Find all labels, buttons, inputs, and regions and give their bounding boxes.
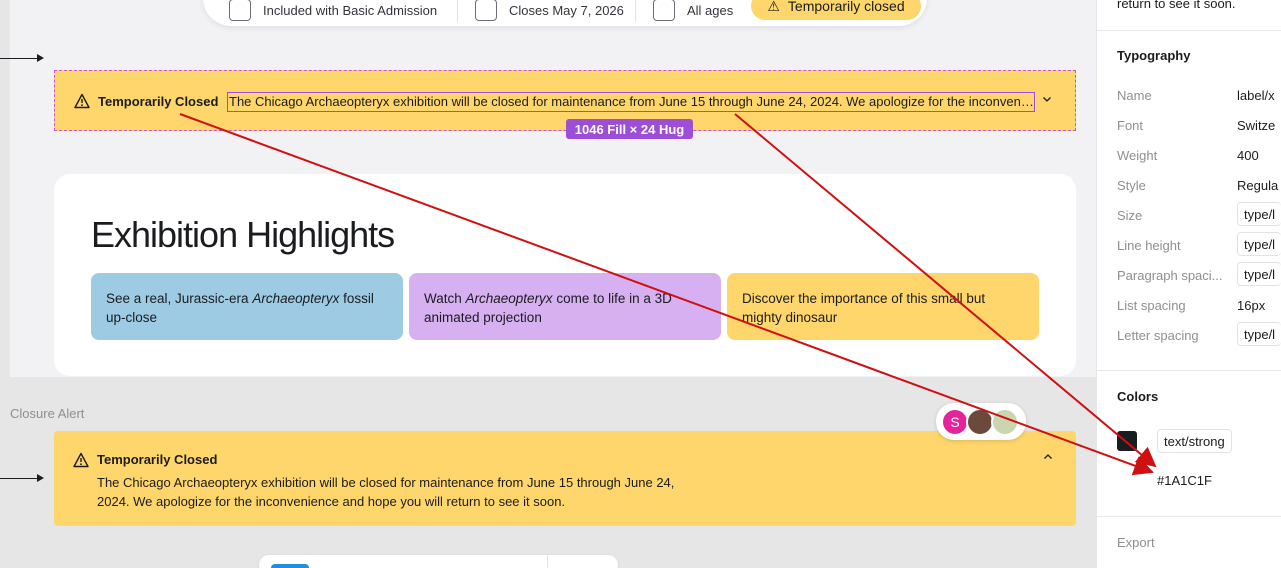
person-icon <box>653 0 675 21</box>
pill-divider <box>635 0 636 22</box>
token-chip[interactable]: type/l <box>1237 262 1281 286</box>
typography-row-weight: Weight 400 <box>1117 146 1281 166</box>
highlight-text: Discover the importance of this small bu… <box>742 291 986 325</box>
calendar-icon <box>475 0 497 21</box>
alert-title: Temporarily Closed <box>98 94 219 109</box>
exhibition-info-pill: Included with Basic Admission Closes May… <box>203 0 927 26</box>
avatar[interactable] <box>991 408 1019 436</box>
typography-row-font: Font Switze <box>1117 116 1281 136</box>
color-token-chip[interactable]: text/strong <box>1157 429 1232 453</box>
inspector-divider <box>1097 516 1281 517</box>
typography-row-size: Size type/l <box>1117 202 1281 226</box>
colors-heading: Colors <box>1117 389 1159 404</box>
warning-icon <box>73 452 89 473</box>
closing-date-info: Closes May 7, 2026 <box>475 0 624 22</box>
selection-size-tag: 1046 Fill × 24 Hug <box>566 119 693 139</box>
highlight-card-importance: Discover the importance of this small bu… <box>727 273 1039 340</box>
row-key: Size <box>1117 208 1143 223</box>
chevron-up-icon[interactable] <box>1042 451 1054 466</box>
typography-heading: Typography <box>1117 48 1191 63</box>
row-key: Paragraph spaci... <box>1117 268 1223 283</box>
blue-element <box>271 564 309 568</box>
row-value[interactable]: Switze <box>1237 118 1275 133</box>
pill-divider <box>457 0 458 22</box>
typography-row-style: Style Regula <box>1117 176 1281 196</box>
row-value[interactable]: 400 <box>1237 148 1259 163</box>
warning-icon <box>74 93 90 114</box>
ticket-icon <box>229 0 251 21</box>
temporarily-closed-badge[interactable]: ⚠ Temporarily closed <box>751 0 921 20</box>
highlight-text: See a real, Jurassic-era <box>106 291 253 306</box>
typography-row-name: Name label/x <box>1117 86 1281 106</box>
row-key: Line height <box>1117 238 1181 253</box>
section-label-closure-alert: Closure Alert <box>10 406 85 421</box>
typography-row-line-height: Line height type/l <box>1117 232 1281 256</box>
ages-text: All ages <box>687 2 734 18</box>
admission-info: Included with Basic Admission <box>229 0 437 22</box>
inspector-divider <box>1097 30 1281 31</box>
alert-message: The Chicago Archaeopteryx exhibition wil… <box>97 475 675 509</box>
exhibition-highlights-card: Exhibition Highlights See a real, Jurass… <box>54 174 1076 376</box>
closure-alert-collapsed-selected[interactable]: Temporarily Closed The Chicago Archaeopt… <box>54 70 1076 131</box>
alert-title: Temporarily Closed <box>97 452 218 467</box>
row-value[interactable]: label/x <box>1237 88 1275 103</box>
color-hex-value: #1A1C1F <box>1157 473 1212 488</box>
highlight-emphasis: Archaeopteryx <box>465 291 553 306</box>
inspector-panel: return to see it soon. Typography Name l… <box>1096 0 1281 568</box>
row-value[interactable]: Regula <box>1237 178 1278 193</box>
connector-arrowhead <box>37 54 44 62</box>
color-swatch[interactable] <box>1117 431 1137 451</box>
token-chip[interactable]: type/l <box>1237 322 1281 346</box>
badge-label: Temporarily closed <box>787 0 905 14</box>
bottom-component-frame <box>259 555 618 568</box>
alert-message-selected-text-layer[interactable]: The Chicago Archaeopteryx exhibition wil… <box>227 92 1035 112</box>
highlight-text: Watch <box>424 291 466 306</box>
token-chip[interactable]: type/l <box>1237 202 1281 226</box>
row-value[interactable]: 16px <box>1237 298 1265 313</box>
collaborator-avatars[interactable]: S <box>936 403 1026 440</box>
row-key: Weight <box>1117 148 1158 163</box>
row-key: List spacing <box>1117 298 1186 313</box>
connector-line <box>0 478 38 479</box>
highlights-heading: Exhibition Highlights <box>91 214 395 255</box>
row-key: Font <box>1117 118 1144 133</box>
token-chip[interactable]: type/l <box>1237 232 1281 256</box>
inspector-divider <box>1097 370 1281 371</box>
typography-row-list-spacing: List spacing 16px <box>1117 296 1281 316</box>
typography-row-letter-spacing: Letter spacing type/l <box>1117 322 1281 346</box>
row-key: Name <box>1117 88 1152 103</box>
export-heading: Export <box>1117 535 1155 550</box>
highlight-emphasis: Archaeopteryx <box>252 291 340 306</box>
admission-text: Included with Basic Admission <box>263 2 438 18</box>
closure-alert-expanded[interactable]: Temporarily Closed The Chicago Archaeopt… <box>54 431 1076 526</box>
connector-line <box>0 58 38 59</box>
highlight-card-projection: Watch Archaeopteryx come to life in a 3D… <box>409 273 721 340</box>
avatar[interactable]: S <box>941 408 969 436</box>
chevron-down-icon[interactable] <box>1041 93 1053 108</box>
inspector-text-preview: return to see it soon. <box>1117 0 1236 11</box>
row-key: Letter spacing <box>1117 328 1199 343</box>
frame-divider <box>547 555 548 568</box>
highlight-card-fossil: See a real, Jurassic-era Archaeopteryx f… <box>91 273 403 340</box>
avatar[interactable] <box>966 408 994 436</box>
connector-arrowhead <box>37 474 44 482</box>
row-key: Style <box>1117 178 1146 193</box>
warning-icon: ⚠ <box>767 0 780 14</box>
closing-date-text: Closes May 7, 2026 <box>509 2 624 18</box>
ages-info: All ages <box>653 0 733 22</box>
typography-row-paragraph-spacing: Paragraph spaci... type/l <box>1117 262 1281 286</box>
